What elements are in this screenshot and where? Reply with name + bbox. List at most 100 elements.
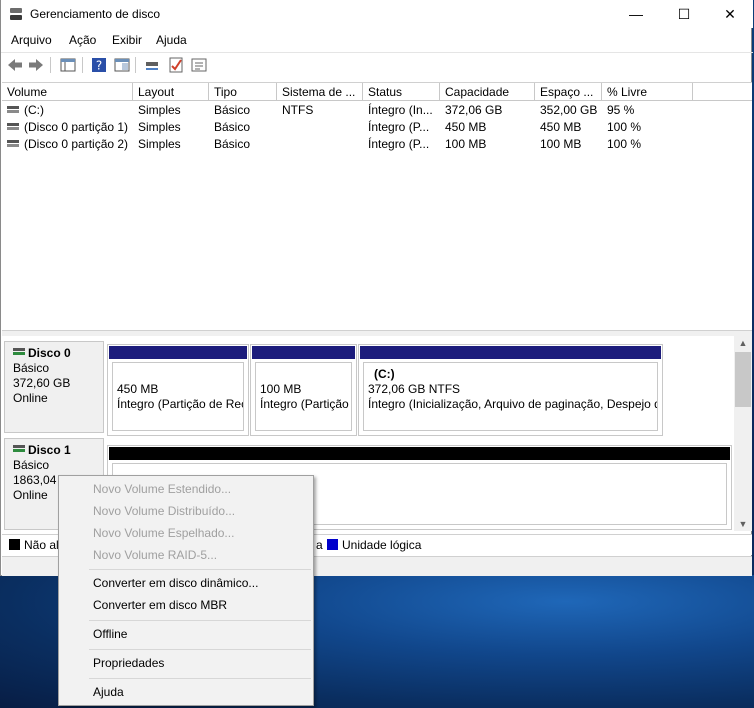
cell-status: Íntegro (P... [368,120,439,134]
cell-percent-free: 100 % [607,120,692,134]
menu-item-new-mirrored-volume[interactable]: Novo Volume Espelhado... [93,526,234,540]
menu-exibir[interactable]: Exibir [112,33,142,47]
column-header-volume[interactable]: Volume [2,83,133,101]
menu-separator [89,678,311,679]
cell-type: Básico [214,103,276,117]
disk-0-size: 372,60 GB [13,376,95,391]
column-header-file-system[interactable]: Sistema de ... [277,83,363,101]
svg-text:?: ? [96,59,102,73]
table-row[interactable]: (Disco 0 partição 1) Simples Básico Ínte… [2,119,752,136]
disk-0-partition-2[interactable]: 100 MB Íntegro (Partição [250,344,357,436]
menu-item-offline[interactable]: Offline [93,627,127,641]
menu-acao[interactable]: Ação [69,33,96,47]
cell-volume: (Disco 0 partição 2) [24,137,132,151]
menu-item-new-spanned-volume[interactable]: Novo Volume Estendido... [93,482,231,496]
minimize-button[interactable]: — [613,0,659,28]
scroll-up-icon[interactable]: ▲ [734,336,752,350]
checklist-icon[interactable] [167,56,185,74]
partition-title [260,367,351,382]
help-icon[interactable]: ? [90,56,108,74]
disk-0-partitions: 450 MB Íntegro (Partição de Rec 100 MB Í… [107,341,663,436]
disk-icon [13,445,25,453]
console-tree-icon[interactable] [59,56,77,74]
partition-title: (C:) [368,367,657,382]
partition-size: 372,06 GB NTFS [368,382,657,397]
column-header-status[interactable]: Status [363,83,440,101]
cell-volume: (C:) [24,103,132,117]
legend-swatch-logical [327,539,338,550]
forward-arrow-icon[interactable] [27,56,45,74]
back-arrow-icon[interactable] [6,56,24,74]
column-header-percent-free[interactable]: % Livre [602,83,693,101]
vertical-scrollbar[interactable]: ▲ ▼ [734,336,752,531]
cell-percent-free: 95 % [607,103,692,117]
menu-item-convert-mbr[interactable]: Converter em disco MBR [93,598,227,612]
cell-capacity: 372,06 GB [445,103,534,117]
table-row[interactable]: (C:) Simples Básico NTFS Íntegro (In... … [2,102,752,119]
cell-status: Íntegro (P... [368,137,439,151]
cell-layout: Simples [138,120,208,134]
partition-details: 100 MB Íntegro (Partição [255,362,352,431]
cell-percent-free: 100 % [607,137,692,151]
column-header-tipo[interactable]: Tipo [209,83,277,101]
legend-swatch-unallocated [9,539,20,550]
menu-item-properties[interactable]: Propriedades [93,656,164,670]
disk-0-partition-1[interactable]: 450 MB Íntegro (Partição de Rec [107,344,249,436]
toolbar: ? [1,52,753,77]
cell-layout: Simples [138,137,208,151]
unallocated-header-bar [109,447,730,460]
volume-icon [7,123,19,131]
cell-layout: Simples [138,103,208,117]
menu-separator [89,569,311,570]
partition-header-bar [252,346,355,359]
menu-item-convert-dynamic[interactable]: Converter em disco dinâmico... [93,576,258,590]
disk-1-type: Básico [13,458,95,473]
toolbar-separator [82,57,83,73]
menu-arquivo[interactable]: Arquivo [11,33,52,47]
cell-volume: (Disco 0 partição 1) [24,120,132,134]
disk-0-state: Online [13,391,95,406]
cell-file-system: NTFS [282,103,362,117]
cell-free-space: 100 MB [540,137,601,151]
close-button[interactable]: ✕ [707,0,753,28]
partition-title [117,367,243,382]
column-header-free-space[interactable]: Espaço ... [535,83,602,101]
menu-ajuda[interactable]: Ajuda [156,33,187,47]
disk-1-name: Disco 1 [28,443,71,457]
partition-status: Íntegro (Partição [260,397,351,412]
menu-bar: Arquivo Ação Exibir Ajuda [1,30,753,50]
scrollbar-thumb[interactable] [735,352,751,407]
column-header-capacity[interactable]: Capacidade [440,83,535,101]
legend-label-partition: a [316,538,323,552]
toolbar-separator [135,57,136,73]
cell-type: Básico [214,137,276,151]
cell-free-space: 352,00 GB [540,103,601,117]
show-hide-pane-icon[interactable] [113,56,131,74]
disk-0-partition-c[interactable]: (C:) 372,06 GB NTFS Íntegro (Inicializaç… [358,344,663,436]
cell-type: Básico [214,120,276,134]
maximize-button[interactable]: ☐ [661,0,707,28]
scroll-down-icon[interactable]: ▼ [734,517,752,531]
partition-size: 450 MB [117,382,243,397]
disk-0-label[interactable]: Disco 0 Básico 372,60 GB Online [4,341,104,433]
column-header-layout[interactable]: Layout [133,83,209,101]
column-header-empty [693,83,752,101]
properties-icon[interactable] [190,56,208,74]
menu-separator [89,649,311,650]
window-title: Gerenciamento de disco [30,7,160,21]
menu-item-new-raid5-volume[interactable]: Novo Volume RAID-5... [93,548,217,562]
cell-capacity: 100 MB [445,137,534,151]
partition-header-bar [109,346,247,359]
partition-details: 450 MB Íntegro (Partição de Rec [112,362,244,431]
table-row[interactable]: (Disco 0 partição 2) Simples Básico Ínte… [2,136,752,153]
partition-size: 100 MB [260,382,351,397]
cell-status: Íntegro (In... [368,103,439,117]
menu-item-help[interactable]: Ajuda [93,685,124,699]
legend-label-unallocated: Não al [24,538,59,552]
menu-item-new-striped-volume[interactable]: Novo Volume Distribuído... [93,504,235,518]
partition-status: Íntegro (Partição de Rec [117,397,243,412]
partition-details: (C:) 372,06 GB NTFS Íntegro (Inicializaç… [363,362,658,431]
cell-free-space: 450 MB [540,120,601,134]
connect-disk-icon[interactable] [143,56,161,74]
partition-status: Íntegro (Inicialização, Arquivo de pagin… [368,397,657,412]
